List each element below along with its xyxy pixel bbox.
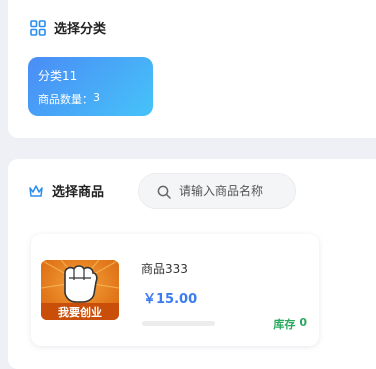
goods-stock-value: 0: [299, 316, 307, 329]
goods-section-title: 选择商品: [52, 185, 105, 200]
goods-search-input[interactable]: [179, 184, 289, 198]
search-icon: [157, 184, 171, 199]
category-section-title: 选择分类: [54, 22, 107, 37]
category-section-header: 选择分类: [30, 18, 106, 37]
goods-name: 商品333: [141, 262, 188, 276]
crown-icon: [28, 183, 44, 199]
goods-image: 我要创业: [41, 260, 119, 320]
goods-panel: 选择商品 请输入商品名称 我要创业 商品333 ￥15.00 库存 0: [8, 159, 376, 369]
goods-price: ￥15.00: [143, 292, 198, 307]
category-name: 分类11: [38, 69, 78, 83]
category-goods-count: 商品数量： 3: [38, 91, 100, 107]
goods-search-box[interactable]: [138, 173, 296, 209]
category-panel: 选择分类 分类11 商品数量： 3: [8, 0, 376, 138]
category-card[interactable]: 分类11 商品数量： 3: [28, 57, 153, 116]
category-count-value: 3: [93, 91, 100, 104]
goods-section-header: 选择商品: [28, 181, 104, 200]
goods-stock: 库存 0: [273, 316, 307, 332]
goods-card[interactable]: 我要创业 商品333 ￥15.00 库存 0: [31, 234, 319, 346]
category-grid-icon: [30, 19, 46, 36]
category-count-label: 商品数量：: [38, 93, 93, 106]
goods-image-caption: 我要创业: [58, 305, 102, 319]
goods-stock-label: 库存: [273, 318, 296, 331]
stock-progress-bar: [142, 321, 215, 326]
